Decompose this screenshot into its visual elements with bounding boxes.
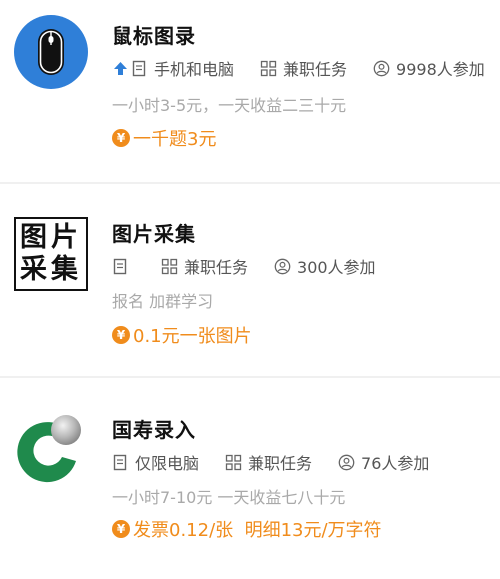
participants-label: 9998人参加 bbox=[396, 60, 485, 79]
type-info: 兼职任务 bbox=[161, 254, 248, 278]
logo-text: 采集 bbox=[20, 254, 82, 285]
yuan-coin-icon: ¥ bbox=[112, 326, 130, 344]
grid-icon bbox=[225, 454, 242, 470]
task-price: ¥ 0.1元一张图片 bbox=[112, 322, 252, 348]
participants-label: 76人参加 bbox=[361, 454, 430, 473]
task-description: 一小时3-5元，一天收益二三十元 bbox=[112, 96, 347, 115]
arrow-up-icon bbox=[114, 61, 127, 75]
platform-label: 仅限电脑 bbox=[135, 454, 200, 473]
user-icon bbox=[338, 454, 355, 470]
task-card[interactable]: 国寿录入 仅限电脑 兼职任务 76人参加 一小时7-10元 一天收益七八十元 ¥… bbox=[0, 378, 500, 579]
type-label: 兼职任务 bbox=[283, 60, 348, 79]
platform-info: 手机和电脑 bbox=[112, 56, 234, 80]
participants-info: 300人参加 bbox=[274, 254, 376, 278]
task-card[interactable]: 图片 采集 图片采集 兼职任务 300人参加 报名 加群学习 ¥ 0.1元一张图… bbox=[0, 184, 500, 376]
image-collect-logo: 图片 采集 bbox=[14, 217, 88, 291]
task-title: 图片采集 bbox=[112, 222, 196, 246]
task-title: 鼠标图录 bbox=[112, 24, 196, 48]
user-icon bbox=[274, 258, 291, 274]
task-meta: 手机和电脑 兼职任务 9998人参加 bbox=[112, 56, 500, 80]
price-label: 一千题3元 bbox=[133, 129, 217, 150]
price-label: 发票0.12/张 明细13元/万字符 bbox=[133, 520, 382, 541]
type-label: 兼职任务 bbox=[184, 258, 249, 277]
task-card[interactable]: 鼠标图录 手机和电脑 兼职任务 9998人参加 一小时3-5元，一天收益二三十元… bbox=[0, 0, 500, 182]
china-life-logo bbox=[14, 411, 88, 485]
yuan-coin-icon: ¥ bbox=[112, 520, 130, 538]
task-meta: 仅限电脑 兼职任务 76人参加 bbox=[112, 450, 500, 474]
type-info: 兼职任务 bbox=[260, 56, 347, 80]
user-icon bbox=[373, 60, 390, 76]
platform-info: 仅限电脑 bbox=[112, 450, 199, 474]
yuan-coin-icon: ¥ bbox=[112, 129, 130, 147]
task-list: 鼠标图录 手机和电脑 兼职任务 9998人参加 一小时3-5元，一天收益二三十元… bbox=[0, 0, 500, 579]
grid-icon bbox=[161, 258, 178, 274]
platform-icon bbox=[132, 60, 146, 76]
participants-label: 300人参加 bbox=[297, 258, 376, 277]
participants-info: 9998人参加 bbox=[373, 56, 485, 80]
price-label: 0.1元一张图片 bbox=[133, 326, 252, 347]
platform-icon bbox=[113, 258, 127, 274]
type-info: 兼职任务 bbox=[225, 450, 312, 474]
task-description: 一小时7-10元 一天收益七八十元 bbox=[112, 488, 346, 507]
grid-icon bbox=[260, 60, 277, 76]
type-label: 兼职任务 bbox=[248, 454, 313, 473]
task-description: 报名 加群学习 bbox=[112, 292, 214, 311]
platform-icon bbox=[113, 454, 127, 470]
task-title: 国寿录入 bbox=[112, 418, 196, 442]
mouse-logo bbox=[14, 15, 88, 89]
task-price: ¥ 一千题3元 bbox=[112, 125, 216, 151]
logo-text: 图片 bbox=[20, 222, 82, 253]
task-meta: 兼职任务 300人参加 bbox=[112, 254, 500, 278]
platform-label: 手机和电脑 bbox=[154, 60, 235, 79]
platform-info bbox=[112, 258, 135, 275]
participants-info: 76人参加 bbox=[338, 450, 429, 474]
task-price: ¥ 发票0.12/张 明细13元/万字符 bbox=[112, 516, 382, 542]
